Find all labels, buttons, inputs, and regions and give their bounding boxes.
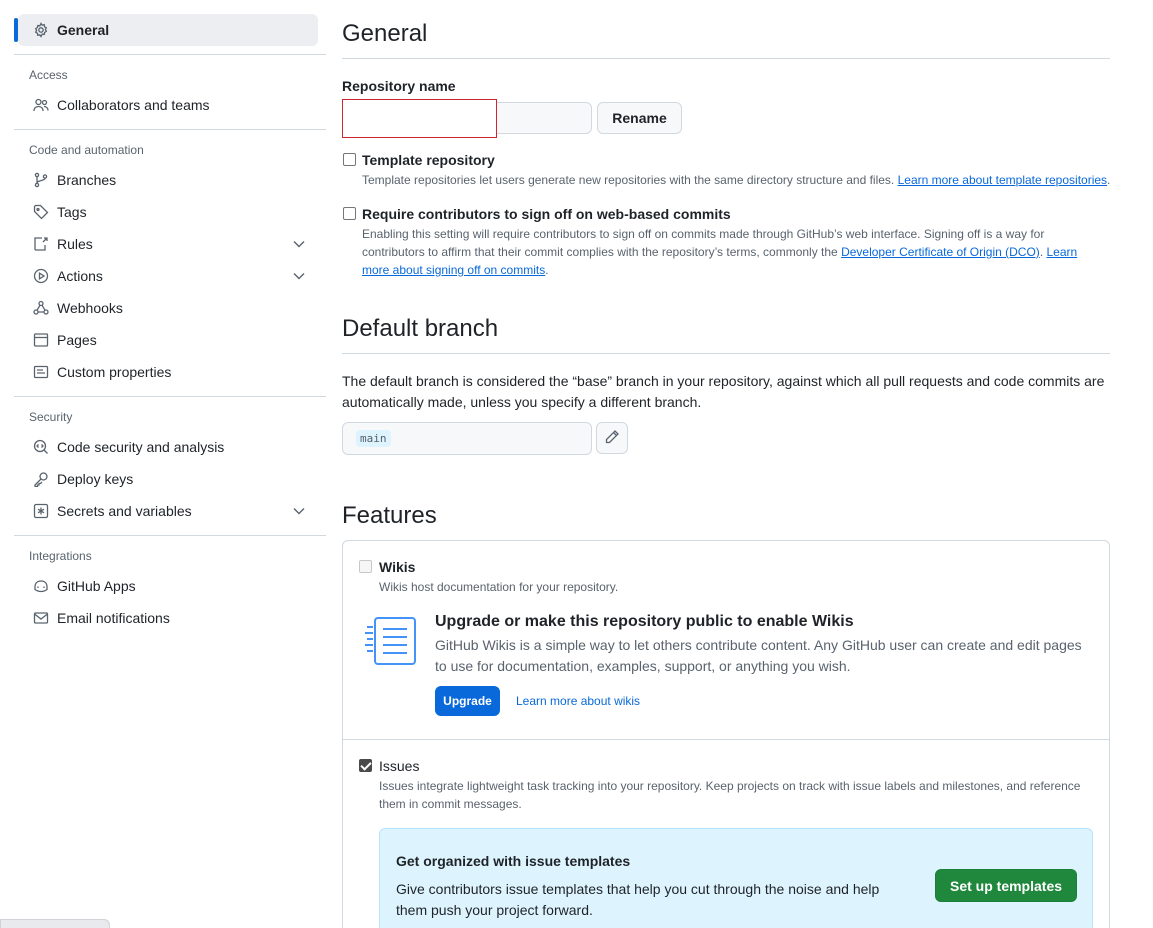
template-learn-link[interactable]: Learn more about template repositories: [898, 173, 1107, 187]
browser-icon: [33, 332, 49, 348]
signoff-note: Enabling this setting will require contr…: [362, 225, 1092, 279]
sidebar-item-secrets[interactable]: Secrets and variables: [18, 495, 318, 527]
template-note-text: Template repositories let users generate…: [362, 173, 895, 187]
group-title-integrations: Integrations: [29, 549, 92, 563]
divider: [14, 129, 326, 130]
templates-title: Get organized with issue templates: [396, 853, 631, 869]
sidebar-item-collaborators[interactable]: Collaborators and teams: [18, 89, 318, 121]
sidebar-item-label: Tags: [57, 204, 87, 220]
repo-name-label: Repository name: [342, 78, 456, 94]
status-bar: [0, 919, 110, 928]
chevron-down-icon[interactable]: [292, 504, 306, 518]
rename-button[interactable]: Rename: [597, 102, 682, 134]
default-branch-description: The default branch is considered the “ba…: [342, 373, 1105, 410]
wikis-checkbox[interactable]: [359, 560, 372, 573]
template-repo-note: Template repositories let users generate…: [362, 171, 1122, 189]
group-title-code-automation: Code and automation: [29, 143, 144, 157]
wikis-learn-link[interactable]: Learn more about wikis: [516, 694, 640, 708]
codescan-icon: [33, 439, 49, 455]
mail-icon: [33, 610, 49, 626]
sidebar-item-branches[interactable]: Branches: [18, 164, 318, 196]
pencil-icon: [604, 429, 620, 448]
repo-name-focus-highlight: [342, 99, 497, 138]
wikis-note: Wikis host documentation for your reposi…: [379, 580, 619, 594]
general-heading: General: [342, 20, 1110, 59]
sidebar-item-label: Collaborators and teams: [57, 97, 210, 113]
signoff-checkbox[interactable]: [343, 207, 356, 220]
sidebar-item-label: Custom properties: [57, 364, 172, 380]
sidebar-item-custom-properties[interactable]: Custom properties: [18, 356, 318, 388]
sidebar-item-label: Webhooks: [57, 300, 123, 316]
group-title-access: Access: [29, 68, 68, 82]
period-text: .: [1107, 173, 1111, 187]
sidebar-item-label: GitHub Apps: [57, 578, 136, 594]
sidebar-item-label: Pages: [57, 332, 97, 348]
setup-templates-button[interactable]: Set up templates: [935, 869, 1077, 902]
sidebar-item-tags[interactable]: Tags: [18, 196, 318, 228]
divider: [14, 535, 326, 536]
sidebar-item-actions[interactable]: Actions: [18, 260, 318, 292]
issues-checkbox[interactable]: [359, 759, 372, 772]
sidebar-item-rules[interactable]: Rules: [18, 228, 318, 260]
issue-templates-banner: Get organized with issue templates Give …: [379, 828, 1093, 928]
wiki-book-icon: [363, 617, 417, 668]
issues-label: Issues: [379, 758, 420, 774]
features-box: Wikis Wikis host documentation for your …: [342, 540, 1110, 928]
asterisk-box-icon: [33, 503, 49, 519]
issues-note: Issues integrate lightweight task tracki…: [379, 779, 1081, 811]
webhook-icon: [33, 300, 49, 316]
sidebar-item-github-apps[interactable]: GitHub Apps: [18, 570, 318, 602]
sidebar-item-label: Deploy keys: [57, 471, 134, 487]
divider: [14, 54, 326, 55]
sidebar-item-code-security[interactable]: Code security and analysis: [18, 431, 318, 463]
sidebar-item-general[interactable]: General: [14, 14, 318, 46]
tag-icon: [33, 204, 49, 220]
divider: [14, 396, 326, 397]
sidebar-item-label: Email notifications: [57, 610, 170, 626]
template-repo-label: Template repository: [362, 152, 495, 168]
upgrade-title: Upgrade or make this repository public t…: [435, 613, 854, 630]
divider: [343, 739, 1109, 740]
sidebar-item-label: General: [57, 22, 110, 38]
upgrade-description: GitHub Wikis is a simple way to let othe…: [435, 637, 1082, 674]
settings-sidebar: General Access Collaborators and teams C…: [14, 14, 326, 634]
note-icon: [33, 364, 49, 380]
play-icon: [33, 268, 49, 284]
edit-branch-button[interactable]: [596, 422, 628, 454]
period-text: .: [545, 263, 549, 277]
sidebar-item-label: Rules: [57, 236, 93, 252]
signoff-label: Require contributors to sign off on web-…: [362, 206, 731, 222]
upgrade-button[interactable]: Upgrade: [435, 686, 500, 716]
branch-name: main: [356, 430, 391, 447]
people-icon: [33, 97, 49, 113]
sidebar-item-label: Code security and analysis: [57, 439, 225, 455]
sidebar-item-label: Actions: [57, 268, 103, 284]
sidebar-item-label: Branches: [57, 172, 117, 188]
sidebar-item-webhooks[interactable]: Webhooks: [18, 292, 318, 324]
dco-link[interactable]: Developer Certificate of Origin (DCO): [841, 245, 1040, 259]
wikis-label: Wikis: [379, 559, 416, 575]
features-heading: Features: [342, 502, 437, 529]
period-text: .: [1039, 245, 1044, 259]
sidebar-item-pages[interactable]: Pages: [18, 324, 318, 356]
rules-icon: [33, 236, 49, 252]
chevron-down-icon[interactable]: [292, 237, 306, 251]
default-branch-field: main: [342, 422, 592, 455]
branch-icon: [33, 172, 49, 188]
default-branch-heading: Default branch: [342, 315, 1110, 354]
chevron-down-icon[interactable]: [292, 269, 306, 283]
templates-description: Give contributors issue templates that h…: [396, 881, 880, 918]
key-icon: [33, 471, 49, 487]
gear-icon: [33, 22, 49, 38]
sidebar-item-email-notifications[interactable]: Email notifications: [18, 602, 318, 634]
sidebar-item-deploy-keys[interactable]: Deploy keys: [18, 463, 318, 495]
copilot-icon: [33, 578, 49, 594]
group-title-security: Security: [29, 410, 73, 424]
template-repo-checkbox[interactable]: [343, 153, 356, 166]
sidebar-item-label: Secrets and variables: [57, 503, 192, 519]
